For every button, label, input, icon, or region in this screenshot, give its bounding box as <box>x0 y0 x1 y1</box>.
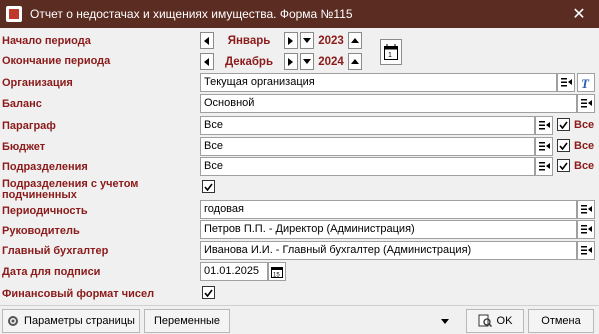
arrow-left-icon <box>204 57 209 66</box>
checkmark-icon <box>204 289 213 297</box>
divisions-all-label: Все <box>574 160 595 172</box>
checkmark-icon <box>559 162 568 170</box>
start-year-up-button[interactable] <box>348 32 362 49</box>
budget-label: Бюджет <box>2 141 46 153</box>
footer-divider <box>0 305 599 306</box>
variables-button[interactable]: Переменные <box>144 309 230 333</box>
divisions-label: Подразделения <box>2 161 88 173</box>
paragraph-label: Параграф <box>2 120 56 132</box>
arrow-down-icon <box>303 59 311 64</box>
period-start-navigator: Январь 2023 <box>200 31 362 50</box>
period-start-label: Начало периода <box>2 35 91 47</box>
arrow-up-icon <box>351 38 359 43</box>
title-bar: Отчет о недостачах и хищениях имущества.… <box>0 0 599 28</box>
close-button[interactable]: ✕ <box>559 0 599 28</box>
budget-all-checkbox[interactable] <box>557 139 570 152</box>
organization-text-button[interactable]: T <box>577 73 595 92</box>
chief-accountant-field[interactable]: Иванова И.И. - Главный бухгалтер (Админи… <box>200 241 577 260</box>
divisions-sub-checkbox[interactable] <box>202 180 215 193</box>
page-params-label: Параметры страницы <box>24 315 135 327</box>
sign-date-calendar-button[interactable]: 15 <box>268 262 286 281</box>
app-icon <box>6 6 22 22</box>
list-select-icon <box>580 246 592 255</box>
periodicity-field[interactable]: годовая <box>200 200 577 219</box>
list-select-icon <box>538 121 550 130</box>
page-params-button[interactable]: Параметры страницы <box>2 309 140 333</box>
sign-date-label: Дата для подписи <box>2 266 101 278</box>
arrow-right-icon <box>288 36 293 45</box>
balance-field[interactable]: Основной <box>200 94 577 113</box>
fin-format-checkbox[interactable] <box>202 286 215 299</box>
divisions-sub-label-line2: подчиненных <box>2 189 77 201</box>
start-month-prev-button[interactable] <box>200 32 214 49</box>
periodicity-label: Периодичность <box>2 205 88 217</box>
budget-select-button[interactable] <box>535 137 553 156</box>
organization-field[interactable]: Текущая организация <box>200 73 557 92</box>
start-month-next-button[interactable] <box>284 32 298 49</box>
head-label: Руководитель <box>2 225 80 237</box>
paragraph-select-button[interactable] <box>535 116 553 135</box>
fin-format-label: Финансовый формат чисел <box>2 288 155 300</box>
cancel-label: Отмена <box>541 315 581 327</box>
svg-text:15: 15 <box>273 272 280 278</box>
start-month-value[interactable]: Январь <box>214 35 284 47</box>
balance-select-button[interactable] <box>577 94 595 113</box>
end-month-prev-button[interactable] <box>200 53 214 70</box>
gear-icon <box>7 315 19 327</box>
start-year-value[interactable]: 2023 <box>314 35 348 47</box>
chief-accountant-label: Главный бухгалтер <box>2 245 109 257</box>
arrow-down-icon <box>303 38 311 43</box>
divisions-select-button[interactable] <box>535 157 553 176</box>
calendar-icon: 15 <box>271 266 283 278</box>
divisions-all-checkbox[interactable] <box>557 159 570 172</box>
list-select-icon <box>560 78 572 87</box>
head-select-button[interactable] <box>577 220 595 239</box>
budget-field[interactable]: Все <box>200 137 535 156</box>
list-select-icon <box>538 162 550 171</box>
checkmark-icon <box>204 183 213 191</box>
end-month-value[interactable]: Декабрь <box>214 56 284 68</box>
organization-select-button[interactable] <box>557 73 575 92</box>
list-select-icon <box>580 99 592 108</box>
organization-label: Организация <box>2 77 73 89</box>
divisions-field[interactable]: Все <box>200 157 535 176</box>
period-end-navigator: Декабрь 2024 <box>200 52 362 71</box>
variables-label: Переменные <box>153 315 221 327</box>
arrow-right-icon <box>288 57 293 66</box>
chief-accountant-select-button[interactable] <box>577 241 595 260</box>
list-select-icon <box>538 142 550 151</box>
calendar-icon: 1 <box>384 44 398 60</box>
budget-all-label: Все <box>574 140 595 152</box>
checkmark-icon <box>559 142 568 150</box>
end-year-up-button[interactable] <box>348 53 362 70</box>
period-calendar-button[interactable]: 1 <box>380 39 402 65</box>
svg-text:T: T <box>581 77 590 89</box>
cancel-button[interactable]: Отмена <box>528 309 594 333</box>
arrow-left-icon <box>204 36 209 45</box>
checkmark-icon <box>559 121 568 129</box>
list-select-icon <box>580 205 592 214</box>
end-year-down-button[interactable] <box>300 53 314 70</box>
sign-date-field[interactable]: 01.01.2025 <box>200 262 268 281</box>
list-select-icon <box>580 225 592 234</box>
svg-text:1: 1 <box>388 52 392 59</box>
ok-button[interactable]: OK <box>466 309 524 333</box>
period-end-label: Окончание периода <box>2 55 111 67</box>
periodicity-select-button[interactable] <box>577 200 595 219</box>
window-title: Отчет о недостачах и хищениях имущества.… <box>30 7 353 21</box>
paragraph-field[interactable]: Все <box>200 116 535 135</box>
end-month-next-button[interactable] <box>284 53 298 70</box>
magnifier-doc-icon <box>478 314 492 328</box>
arrow-up-icon <box>351 59 359 64</box>
end-year-value[interactable]: 2024 <box>314 56 348 68</box>
text-t-icon: T <box>581 77 590 89</box>
paragraph-all-checkbox[interactable] <box>557 118 570 131</box>
paragraph-all-label: Все <box>574 119 595 131</box>
head-field[interactable]: Петров П.П. - Директор (Администрация) <box>200 220 577 239</box>
options-dropdown-button[interactable] <box>436 312 454 330</box>
balance-label: Баланс <box>2 98 42 110</box>
arrow-down-icon <box>441 318 449 324</box>
ok-label: OK <box>496 315 513 327</box>
start-year-down-button[interactable] <box>300 32 314 49</box>
